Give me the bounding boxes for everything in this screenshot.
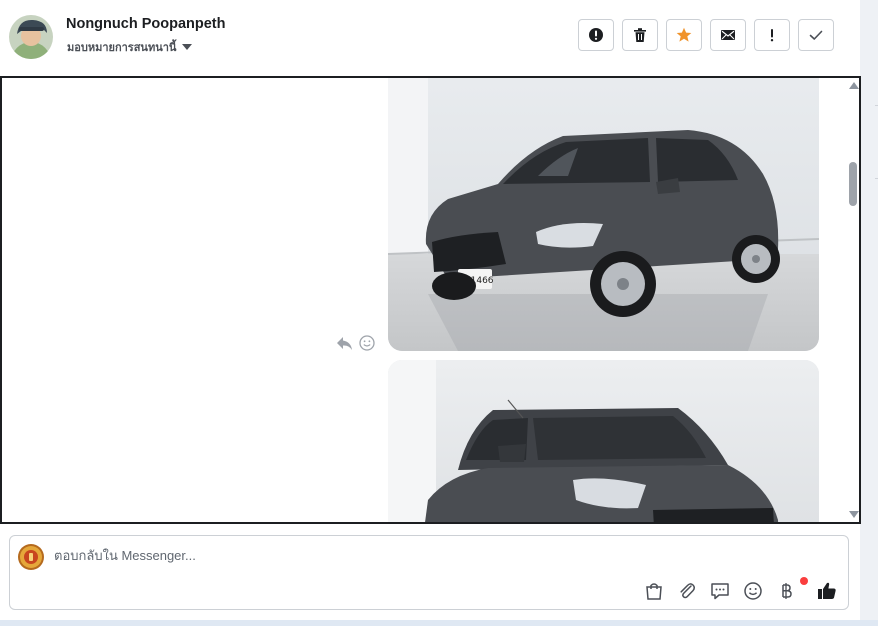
star-button[interactable] (666, 19, 702, 51)
envelope-icon (721, 30, 735, 40)
assign-conversation-dropdown[interactable]: มอบหมายการสนทนานี้ (67, 38, 193, 56)
paperclip-icon[interactable] (676, 580, 698, 602)
assign-label: มอบหมายการสนทนานี้ (67, 42, 177, 54)
mark-unread-button[interactable] (710, 19, 746, 51)
spam-button[interactable] (578, 19, 614, 51)
contact-name[interactable]: Nongnuch Poopanpeth (66, 16, 225, 32)
contact-avatar[interactable] (9, 15, 53, 59)
message-photo-car-2[interactable] (388, 360, 819, 522)
message-thread[interactable]: กด 1466 (0, 76, 861, 524)
right-gutter (860, 0, 878, 626)
bottom-strip (0, 620, 878, 626)
follow-up-button[interactable] (754, 19, 790, 51)
mark-done-button[interactable] (798, 19, 834, 51)
thumbs-up-icon[interactable] (816, 580, 838, 602)
reply-composer (9, 535, 849, 610)
smiley-icon[interactable] (742, 580, 764, 602)
check-icon (809, 30, 823, 40)
scrollbar-thumb[interactable] (849, 162, 857, 206)
scroll-down-arrow-icon[interactable] (849, 511, 859, 518)
thread-scrollbar[interactable] (846, 78, 859, 522)
page-avatar (18, 544, 44, 570)
star-icon (676, 27, 692, 42)
message-actions (336, 335, 375, 351)
reply-arrow-icon[interactable] (336, 336, 353, 351)
trash-icon (634, 28, 646, 42)
reply-tools (643, 577, 838, 602)
conversation-toolbar (578, 19, 834, 51)
conversation-header: Nongnuch Poopanpeth มอบหมายการสนทนานี้ (0, 0, 860, 76)
delete-button[interactable] (622, 19, 658, 51)
caret-down-icon (182, 44, 193, 50)
scroll-up-arrow-icon[interactable] (849, 82, 859, 89)
message-photo-car-1[interactable]: กด 1466 (388, 78, 819, 351)
reply-input[interactable] (54, 548, 654, 563)
bag-icon[interactable] (643, 580, 665, 602)
baht-icon[interactable] (775, 577, 808, 602)
exclamation-icon (770, 29, 774, 42)
alert-circle-icon (589, 28, 603, 42)
react-smiley-icon[interactable] (359, 335, 375, 351)
chat-bubble-icon[interactable] (709, 580, 731, 602)
notification-dot (800, 577, 808, 585)
